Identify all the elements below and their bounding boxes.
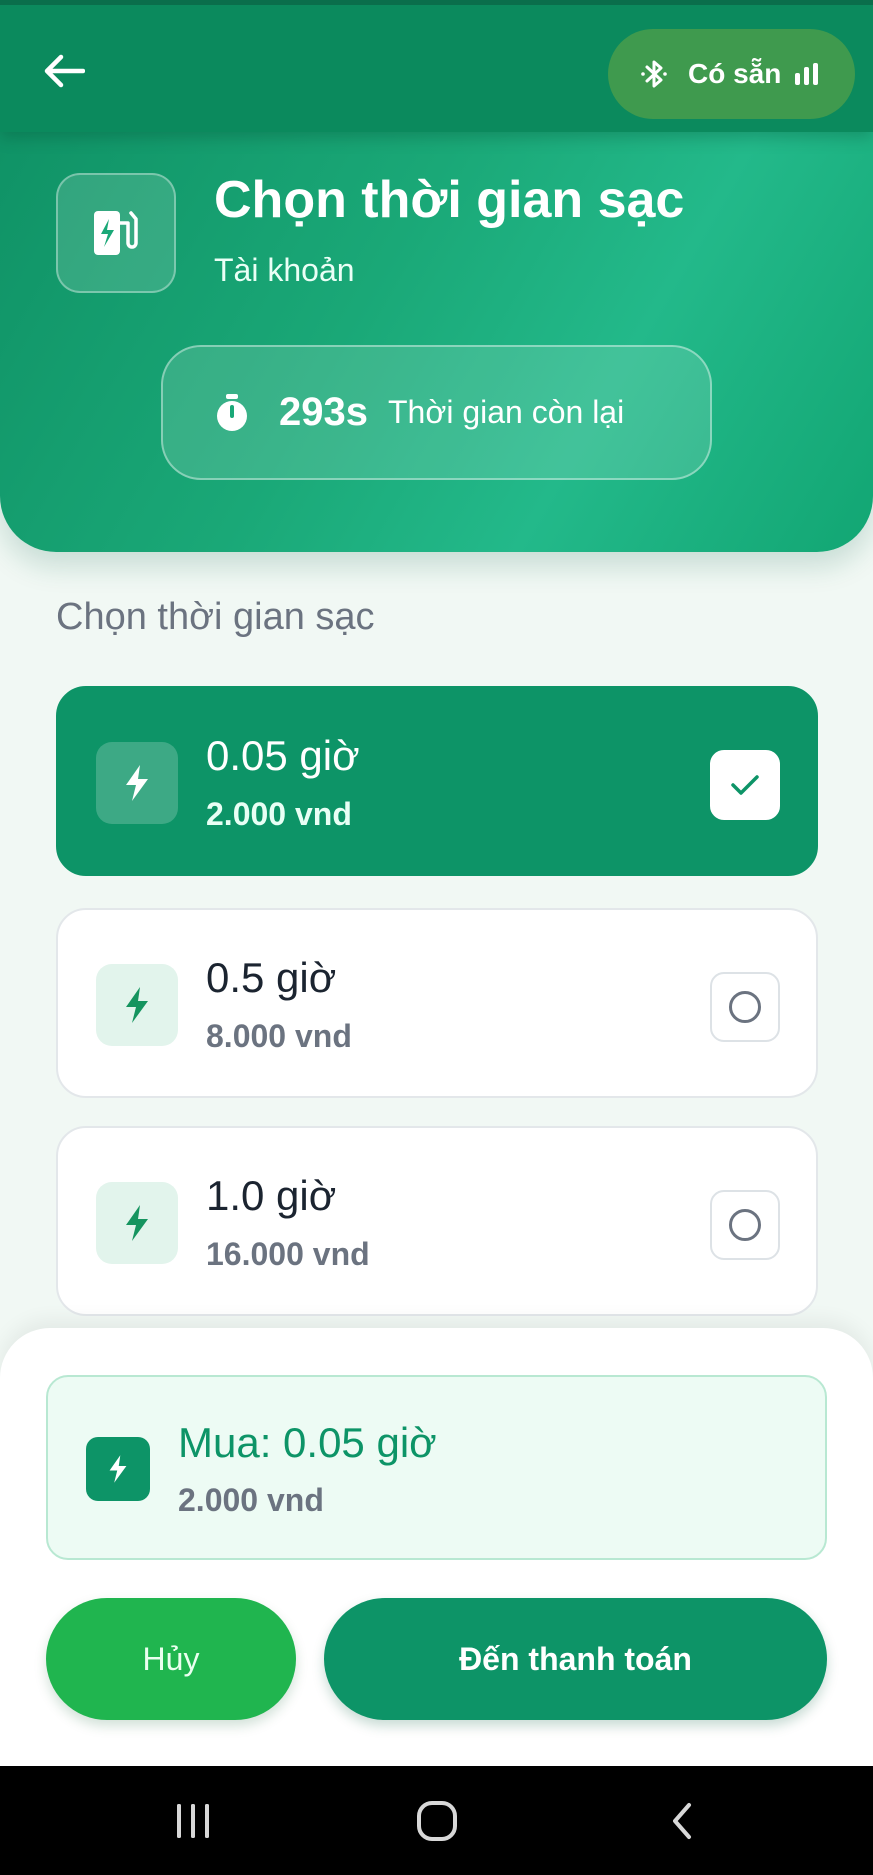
signal-icon: [795, 63, 819, 85]
option-icon-box: [96, 742, 178, 824]
option-hours: 0.5 giờ: [206, 954, 337, 1001]
option-radio[interactable]: [710, 972, 780, 1042]
option-icon-box: [96, 964, 178, 1046]
stopwatch-icon: [217, 393, 247, 431]
duration-option-0-5h[interactable]: 0.5 giờ 8.000 vnd: [56, 908, 818, 1098]
summary-price: 2.000 vnd: [178, 1482, 324, 1518]
timer-label: Thời gian còn lại: [387, 394, 625, 430]
go-to-payment-button[interactable]: Đến thanh toán: [324, 1598, 827, 1720]
lightning-icon: [126, 1205, 148, 1241]
ev-charger-icon: [94, 211, 138, 255]
system-back-button[interactable]: [652, 1796, 712, 1846]
option-price: 2.000 vnd: [206, 796, 352, 832]
radio-circle-icon: [729, 991, 761, 1023]
duration-option-0-05h[interactable]: 0.05 giờ 2.000 vnd: [56, 686, 818, 876]
summary-title: Mua: 0.05 giờ: [178, 1419, 437, 1466]
option-price: 16.000 vnd: [206, 1236, 370, 1272]
home-button[interactable]: [407, 1796, 467, 1846]
option-checkbox-checked[interactable]: [710, 750, 780, 820]
option-hours: 1.0 giờ: [206, 1172, 337, 1219]
summary-icon-box: [86, 1437, 150, 1501]
system-navigation-bar: [0, 1766, 873, 1875]
lightning-icon: [126, 987, 148, 1023]
recent-apps-button[interactable]: [163, 1796, 223, 1846]
page-title: Chọn thời gian sạc: [214, 171, 685, 229]
back-button[interactable]: [36, 43, 92, 99]
chevron-left-icon: [673, 1803, 691, 1839]
option-radio[interactable]: [710, 1190, 780, 1260]
duration-option-1-0h[interactable]: 1.0 giờ 16.000 vnd: [56, 1126, 818, 1316]
checkmark-icon: [731, 775, 759, 795]
timer-value: 293s: [279, 390, 368, 434]
availability-label: Có sẵn: [688, 58, 782, 89]
radio-circle-icon: [729, 1209, 761, 1241]
purchase-summary: Mua: 0.05 giờ 2.000 vnd: [46, 1375, 827, 1560]
recent-apps-icon: [177, 1804, 209, 1838]
countdown-timer: 293s Thời gian còn lại: [161, 345, 712, 480]
option-price: 8.000 vnd: [206, 1018, 352, 1054]
cancel-button[interactable]: Hủy: [46, 1598, 296, 1720]
charger-icon-box: [56, 173, 176, 293]
lightning-icon: [126, 765, 148, 801]
bluetooth-icon: [641, 60, 667, 88]
page-subtitle: Tài khoản: [214, 252, 355, 288]
arrow-left-icon: [44, 54, 85, 88]
top-app-bar: Có sẵn: [0, 0, 873, 132]
lightning-icon: [109, 1455, 127, 1483]
home-icon: [417, 1801, 457, 1841]
availability-status-pill[interactable]: Có sẵn: [608, 29, 855, 119]
section-title: Chọn thời gian sạc: [56, 596, 375, 638]
option-hours: 0.05 giờ: [206, 732, 360, 779]
option-icon-box: [96, 1182, 178, 1264]
